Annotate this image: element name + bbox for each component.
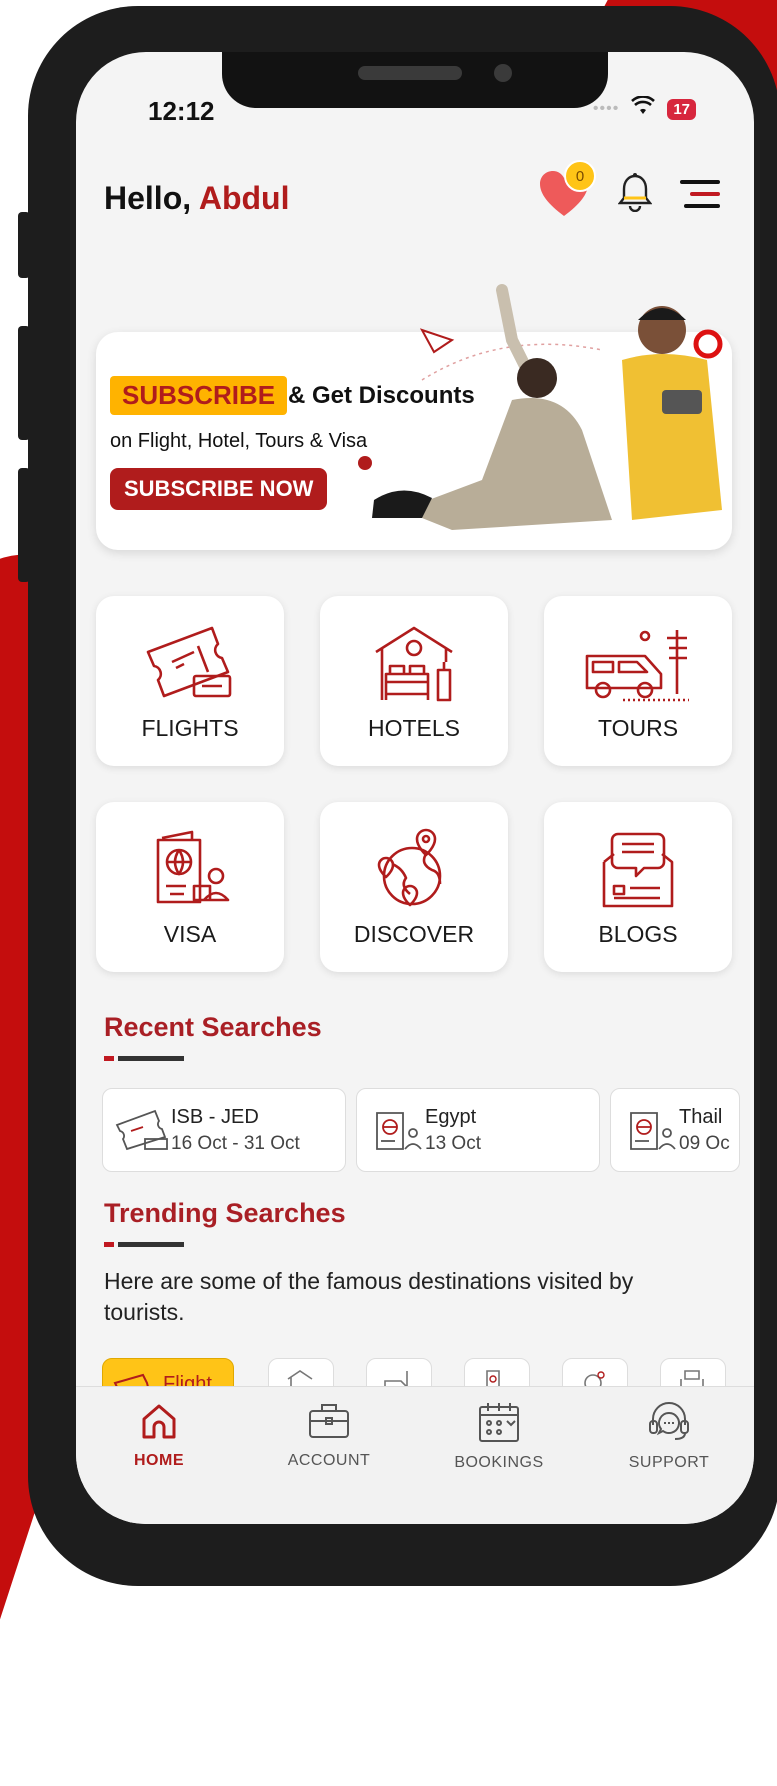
menu-bar <box>684 204 720 208</box>
subscribe-now-button[interactable]: SUBSCRIBE NOW <box>110 468 328 510</box>
calendar-icon <box>479 1403 519 1442</box>
notifications-button[interactable] <box>617 172 653 217</box>
bell-icon <box>617 172 653 212</box>
menu-bar <box>690 192 720 196</box>
service-tile-discover[interactable]: DISCOVER <box>320 802 508 972</box>
service-label: DISCOVER <box>353 921 475 947</box>
passport-icon <box>630 1112 676 1150</box>
banner-people-illustration <box>372 284 723 530</box>
headset-icon <box>649 1402 689 1440</box>
service-tile-blogs[interactable]: BLOGS <box>544 802 732 972</box>
header-actions: 0 <box>538 160 720 218</box>
speaker <box>358 66 462 80</box>
service-label: TOURS <box>597 715 679 741</box>
trending-description: Here are some of the famous destinations… <box>104 1268 634 1325</box>
trending-searches-title: Trending Searches <box>104 1198 346 1228</box>
nav-bookings[interactable]: BOOKINGS <box>424 1401 574 1472</box>
service-label: HOTELS <box>367 715 461 741</box>
service-tile-tours[interactable]: TOURS <box>544 596 732 766</box>
globe-pin-icon <box>377 828 442 907</box>
battery-indicator: 17 <box>667 98 696 120</box>
nav-label: ACCOUNT <box>287 1452 371 1469</box>
wishlist-button[interactable]: 0 <box>538 160 596 218</box>
status-time: 12:12 <box>148 96 215 126</box>
service-label: BLOGS <box>598 921 678 947</box>
wifi-icon <box>631 95 656 122</box>
passport-icon <box>156 830 230 904</box>
nav-label: SUPPORT <box>628 1454 710 1471</box>
nav-support[interactable]: SUPPORT <box>594 1401 744 1472</box>
recent-search-card[interactable]: Egypt 13 Oct <box>356 1088 600 1172</box>
service-tile-visa[interactable]: VISA <box>96 802 284 972</box>
service-label: VISA <box>163 921 217 947</box>
recent-search-destination: Egypt <box>425 1105 477 1128</box>
hotel-bed-icon <box>375 626 453 702</box>
nav-label: HOME <box>134 1452 184 1469</box>
service-tile-flights[interactable]: FLIGHTS <box>96 596 284 766</box>
recent-search-dates: 16 Oct - 31 Oct <box>171 1132 300 1154</box>
banner-tag: SUBSCRIBE <box>110 376 288 415</box>
greeting: Hello, Abdul <box>104 180 289 217</box>
recent-search-destination: Thail <box>679 1105 723 1128</box>
recent-search-card[interactable]: Thail 09 Oc <box>610 1088 740 1172</box>
recent-search-card[interactable]: ISB - JED 16 Oct - 31 Oct <box>102 1088 346 1172</box>
nav-label: BOOKINGS <box>454 1454 544 1471</box>
tour-van-icon <box>585 630 689 702</box>
nav-account[interactable]: ACCOUNT <box>254 1401 404 1470</box>
passport-icon <box>376 1112 422 1150</box>
blog-chat-icon <box>602 832 674 908</box>
bottom-navigation: HOME ACCOUNT BOOKINGS SUPPORT <box>76 1386 754 1524</box>
recent-search-dates: 09 Oc <box>679 1132 730 1154</box>
service-tile-hotels[interactable]: HOTELS <box>320 596 508 766</box>
camera <box>494 64 512 82</box>
nav-home[interactable]: HOME <box>84 1401 234 1470</box>
notch <box>222 52 608 108</box>
banner-subline: on Flight, Hotel, Tours & Visa <box>110 430 368 452</box>
flight-ticket-icon <box>115 1109 168 1151</box>
wishlist-badge: 0 <box>564 160 596 192</box>
app-screen: 12:12 •••• 17 Hello, Abdul 0 SUBSCRIBE &… <box>76 52 754 1524</box>
menu-button[interactable] <box>680 180 720 208</box>
home-icon <box>142 1404 176 1439</box>
recent-search-dates: 13 Oct <box>425 1132 481 1154</box>
recent-searches-list: ISB - JED 16 Oct - 31 Oct Egypt 13 Oct T… <box>102 1088 754 1174</box>
menu-bar <box>680 180 720 184</box>
flight-ticket-icon <box>146 626 232 698</box>
service-label: FLIGHTS <box>141 715 239 741</box>
recent-searches-title: Recent Searches <box>104 1012 322 1042</box>
subscribe-banner[interactable]: SUBSCRIBE & Get Discounts on Flight, Hot… <box>96 284 732 550</box>
recent-search-route: ISB - JED <box>171 1105 259 1128</box>
status-indicators: •••• 17 <box>592 95 696 122</box>
briefcase-icon <box>309 1404 349 1438</box>
user-name: Abdul <box>198 180 290 216</box>
signal-icon: •••• <box>592 100 620 117</box>
greeting-text: Hello, <box>104 180 192 216</box>
